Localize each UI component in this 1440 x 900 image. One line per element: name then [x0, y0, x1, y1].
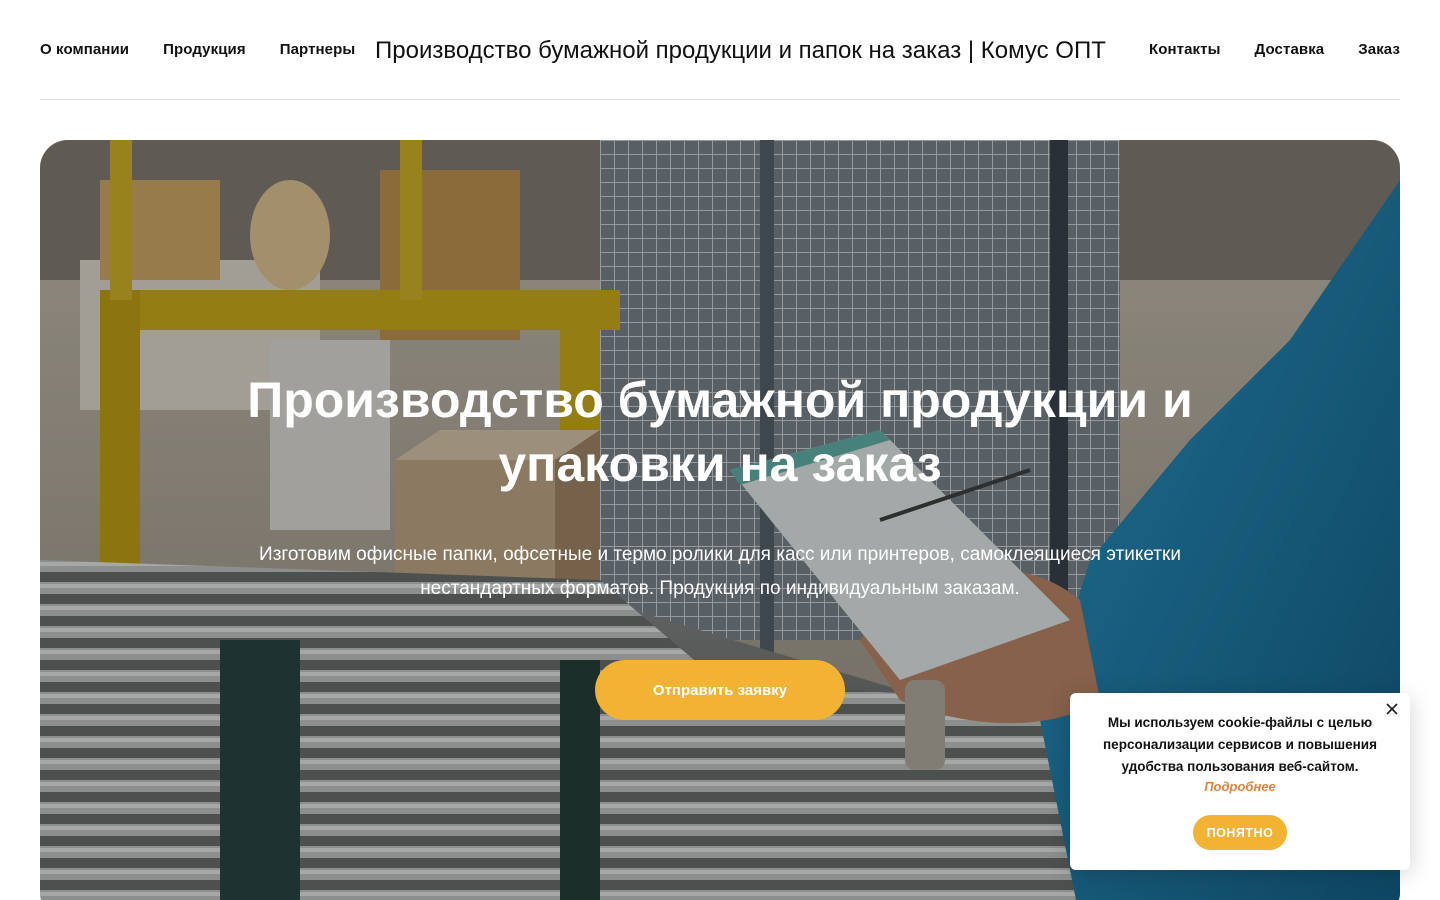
nav-link-products[interactable]: Продукция	[163, 40, 246, 60]
cookie-more-link[interactable]: Подробнее	[1070, 779, 1410, 794]
nav-left: О компании Продукция Партнеры	[40, 40, 355, 60]
cookie-accept-button[interactable]: ПОНЯТНО	[1193, 815, 1287, 850]
nav-link-delivery[interactable]: Доставка	[1255, 40, 1325, 60]
nav-link-about[interactable]: О компании	[40, 40, 129, 60]
cookie-message: Мы используем cookie-файлы с целью персо…	[1103, 715, 1377, 774]
nav-link-partners[interactable]: Партнеры	[280, 40, 356, 60]
hero-description: Изготовим офисные папки, офсетные и терм…	[259, 544, 1181, 599]
send-request-button[interactable]: Отправить заявку	[595, 660, 845, 720]
nav-right: Контакты Доставка Заказ	[1149, 40, 1400, 60]
nav-link-contacts[interactable]: Контакты	[1149, 40, 1221, 60]
cookie-consent-popup: Мы используем cookie-файлы с целью персо…	[1070, 693, 1410, 870]
hero-title: Производство бумажной продукции и упаков…	[247, 372, 1193, 492]
site-header: О компании Продукция Партнеры Производст…	[40, 0, 1400, 100]
site-title[interactable]: Производство бумажной продукции и папок …	[375, 36, 1106, 66]
close-icon[interactable]	[1384, 701, 1400, 717]
nav-link-order[interactable]: Заказ	[1358, 40, 1400, 60]
